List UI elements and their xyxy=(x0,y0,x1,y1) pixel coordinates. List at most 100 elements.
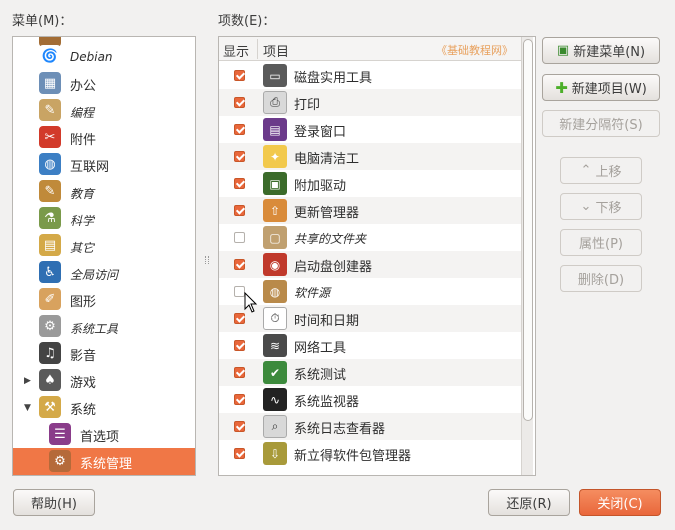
revert-button[interactable]: 还原(R) xyxy=(488,489,570,516)
show-checkbox[interactable] xyxy=(234,70,245,81)
item-row[interactable]: ▢ 共享的文件夹 xyxy=(219,224,521,251)
collapse-arrow-icon[interactable]: ▼ xyxy=(24,403,31,413)
menu-item[interactable]: ◍ 互联网 xyxy=(13,151,195,178)
column-item[interactable]: 项目 xyxy=(263,41,289,60)
column-show[interactable]: 显示 xyxy=(223,41,249,60)
software-sources-icon: ◍ xyxy=(263,280,287,303)
item-row[interactable]: ▭ 磁盘实用工具 xyxy=(219,62,521,89)
menu-item[interactable]: ✎ 编程 xyxy=(13,97,195,124)
move-down-button[interactable]: ⌄ 下移 xyxy=(560,193,642,220)
item-row[interactable]: ◍ 软件源 xyxy=(219,278,521,305)
menu-item[interactable]: ✐ 图形 xyxy=(13,286,195,313)
graphics-icon: ✐ xyxy=(39,288,61,310)
new-separator-button[interactable]: 新建分隔符(S) xyxy=(542,110,660,137)
item-row[interactable]: ✔ 系统测试 xyxy=(219,359,521,386)
office-icon: ▦ xyxy=(39,72,61,94)
disk-utility-icon: ▭ xyxy=(263,64,287,87)
show-checkbox[interactable] xyxy=(234,97,245,108)
delete-button[interactable]: 删除(D) xyxy=(560,265,642,292)
programming-icon: ✎ xyxy=(39,99,61,121)
show-checkbox[interactable] xyxy=(234,151,245,162)
new-item-button[interactable]: ✚ 新建项目(W) xyxy=(542,74,660,101)
item-row[interactable]: ⎙ 打印 xyxy=(219,89,521,116)
show-checkbox[interactable] xyxy=(234,340,245,351)
item-row[interactable]: ⏱ 时间和日期 xyxy=(219,305,521,332)
item-label: 网络工具 xyxy=(294,341,347,356)
splitter-grip-icon xyxy=(205,256,209,264)
watermark: 《基础教程网》 xyxy=(436,44,513,57)
show-checkbox[interactable] xyxy=(234,448,245,459)
pane-splitter[interactable] xyxy=(203,36,211,476)
item-row[interactable]: ⇧ 更新管理器 xyxy=(219,197,521,224)
show-checkbox[interactable] xyxy=(234,232,245,243)
item-row[interactable]: ≋ 网络工具 xyxy=(219,332,521,359)
startup-disk-icon: ◉ xyxy=(263,253,287,276)
item-list-scroll-thumb[interactable] xyxy=(523,39,533,421)
item-row[interactable]: ∿ 系统监视器 xyxy=(219,386,521,413)
menu-item[interactable]: ✂ 附件 xyxy=(13,124,195,151)
item-row[interactable]: ▣ 附加驱动 xyxy=(219,170,521,197)
menu-item-label: 附件 xyxy=(70,133,97,148)
item-row[interactable]: ✦ 电脑清洁工 xyxy=(219,143,521,170)
item-row[interactable]: ⌕ 系统日志查看器 xyxy=(219,413,521,440)
menu-item[interactable]: ▶ ♠ 游戏 xyxy=(13,367,195,394)
menu-item[interactable]: ☰ 首选项 xyxy=(13,421,195,448)
menu-item-label: 系统 xyxy=(70,403,97,418)
other-icon: ▤ xyxy=(39,234,61,256)
new-menu-label: 新建菜单(N) xyxy=(573,45,646,60)
item-list[interactable]: 显示 项目 《基础教程网》 ▭ 磁盘实用工具 ⎙ 打印 ▤ 登录窗口 ✦ 电脑清洁工 ▣ 附加驱动… xyxy=(218,36,536,476)
menu-item[interactable]: ⚗ 科学 xyxy=(13,205,195,232)
menu-item-label: 其它 xyxy=(70,241,95,255)
help-label: 帮助(H) xyxy=(31,497,77,512)
show-checkbox[interactable] xyxy=(234,394,245,405)
science-icon: ⚗ xyxy=(39,207,61,229)
menu-item-label: Debian xyxy=(70,50,113,64)
menu-item[interactable]: ▤ 其它 xyxy=(13,232,195,259)
item-label: 电脑清洁工 xyxy=(294,152,360,167)
revert-label: 还原(R) xyxy=(506,497,552,512)
menu-item[interactable]: ⚙ 系统管理 xyxy=(13,448,195,475)
item-row[interactable]: ◉ 启动盘创建器 xyxy=(219,251,521,278)
item-row[interactable]: ▤ 登录窗口 xyxy=(219,116,521,143)
item-list-scrollbar[interactable] xyxy=(521,37,533,475)
item-label: 系统测试 xyxy=(294,368,347,383)
close-button[interactable]: 关闭(C) xyxy=(579,489,661,516)
show-checkbox[interactable] xyxy=(234,124,245,135)
menu-item[interactable]: ⚙ 系统工具 xyxy=(13,313,195,340)
education-icon: ✎ xyxy=(39,180,61,202)
new-item-label: 新建项目(W) xyxy=(571,82,647,97)
menu-item[interactable]: ♿ 全局访问 xyxy=(13,259,195,286)
menu-item-label: 图形 xyxy=(70,295,97,310)
show-checkbox[interactable] xyxy=(234,205,245,216)
multimedia-icon: ♫ xyxy=(39,342,61,364)
menus-label: 菜单(M)： xyxy=(12,14,73,29)
show-checkbox[interactable] xyxy=(234,367,245,378)
menu-item[interactable]: 🌀 Debian xyxy=(13,43,195,70)
show-checkbox[interactable] xyxy=(234,313,245,324)
show-checkbox[interactable] xyxy=(234,259,245,270)
log-viewer-icon: ⌕ xyxy=(263,415,287,438)
menu-item[interactable]: ▦ 办公 xyxy=(13,70,195,97)
expand-arrow-icon[interactable]: ▶ xyxy=(24,376,31,386)
move-up-button[interactable]: ⌃ 上移 xyxy=(560,157,642,184)
new-menu-button[interactable]: ▣ 新建菜单(N) xyxy=(542,37,660,64)
synaptic-icon: ⇩ xyxy=(263,442,287,465)
help-button[interactable]: 帮助(H) xyxy=(13,489,95,516)
menu-tree[interactable]: 🌀 Debian ▦ 办公 ✎ 编程 ✂ 附件 ◍ 互联网 ✎ 教育 ⚗ 科学 ▤ 其它 ♿ 全局访问 ✐ 图形 ⚙ 系统… xyxy=(12,36,196,476)
mouse-pointer-icon xyxy=(244,292,258,313)
item-row[interactable]: ⇩ 新立得软件包管理器 xyxy=(219,440,521,467)
show-checkbox[interactable] xyxy=(234,178,245,189)
menu-item[interactable]: ♫ 影音 xyxy=(13,340,195,367)
menu-item[interactable]: ✎ 教育 xyxy=(13,178,195,205)
menu-item-label: 科学 xyxy=(70,214,95,228)
show-checkbox[interactable] xyxy=(234,421,245,432)
plus-icon: ✚ xyxy=(555,78,568,97)
system-monitor-icon: ∿ xyxy=(263,388,287,411)
item-label: 登录窗口 xyxy=(294,125,347,140)
menu-item[interactable]: ▼ ⚒ 系统 xyxy=(13,394,195,421)
properties-label: 属性(P) xyxy=(579,237,623,252)
menu-item-label: 游戏 xyxy=(70,376,97,391)
properties-button[interactable]: 属性(P) xyxy=(560,229,642,256)
menu-item-label: 办公 xyxy=(70,79,97,94)
menu-item-label: 影音 xyxy=(70,349,97,364)
